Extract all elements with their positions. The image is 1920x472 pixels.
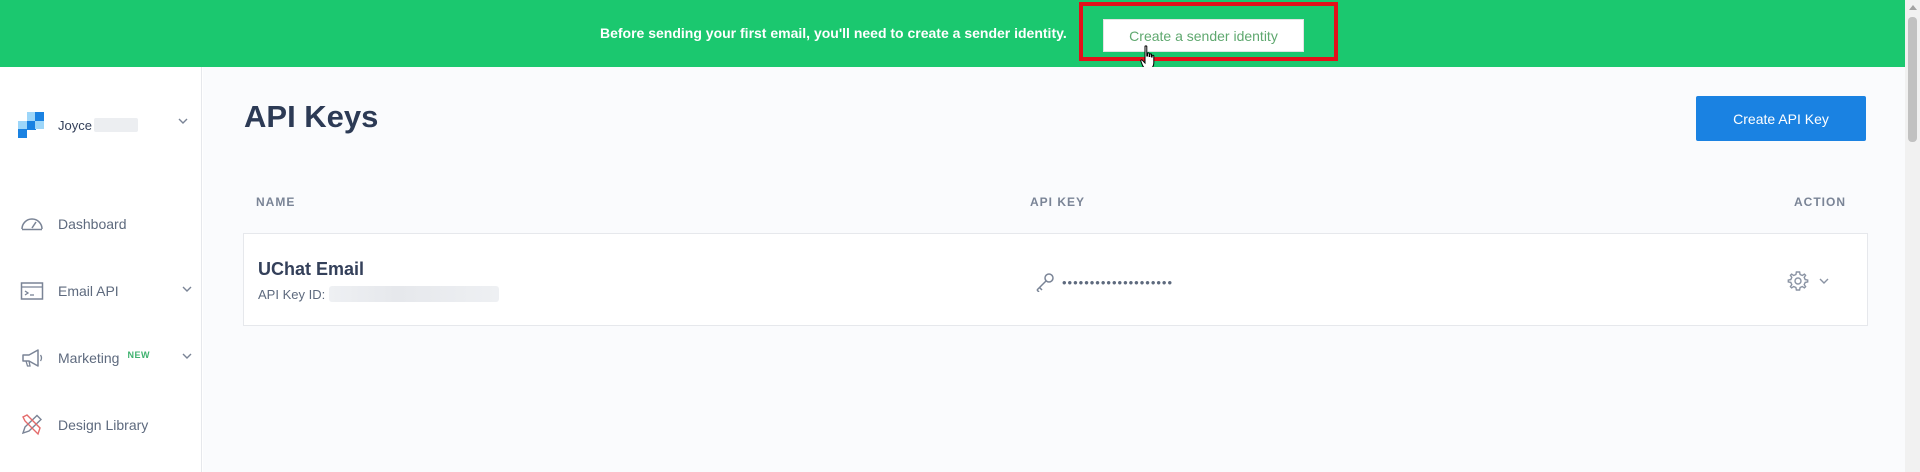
column-header-name: NAME [256, 195, 296, 209]
chevron-down-icon[interactable] [182, 285, 192, 293]
account-name: Joyce [58, 117, 92, 133]
table-row: UChat Email API Key ID: ••••••••••••••••… [243, 233, 1868, 326]
sidebar-item-design-library[interactable]: Design Library [20, 411, 192, 439]
page-title: API Keys [244, 99, 379, 134]
terminal-icon [20, 282, 44, 300]
sidebar-item-email-api[interactable]: Email API [20, 277, 192, 305]
sidebar: Joyce Dashboard Email API Marketing NEW … [0, 67, 202, 472]
chevron-down-icon[interactable] [1819, 277, 1829, 285]
chevron-down-icon[interactable] [178, 117, 188, 125]
column-header-action: ACTION [1794, 195, 1846, 209]
account-name-redacted [93, 118, 138, 132]
chevron-down-icon[interactable] [182, 352, 192, 360]
key-icon [1036, 273, 1054, 292]
sidebar-item-label: Dashboard [58, 216, 127, 232]
sidebar-item-marketing[interactable]: Marketing NEW [20, 344, 192, 372]
scroll-up-arrow-icon[interactable] [1909, 5, 1917, 10]
create-api-key-button[interactable]: Create API Key [1696, 96, 1866, 141]
gauge-icon [21, 218, 43, 231]
sendgrid-logo-icon [18, 112, 44, 138]
api-key-id-redacted [329, 286, 500, 302]
sidebar-item-label: Email API [58, 283, 119, 299]
design-tools-icon [21, 414, 43, 436]
account-switcher[interactable]: Joyce [18, 111, 188, 139]
scrollbar-thumb[interactable] [1908, 17, 1917, 142]
gear-icon[interactable] [1787, 270, 1809, 292]
scrollbar[interactable] [1905, 0, 1920, 472]
banner-message: Before sending your first email, you'll … [600, 25, 1067, 41]
column-header-api-key: API KEY [1030, 195, 1086, 209]
api-key-name: UChat Email [258, 259, 365, 279]
api-key-id-label: API Key ID: [258, 286, 326, 302]
sidebar-item-label: Design Library [58, 417, 149, 433]
row-action-menu[interactable] [1787, 270, 1829, 292]
create-sender-identity-button[interactable]: Create a sender identity [1103, 19, 1304, 52]
masked-api-key: •••••••••••••••••••• [1062, 274, 1174, 290]
main-content: API Keys Create API Key NAME API KEY ACT… [203, 67, 1905, 472]
api-key-value: •••••••••••••••••••• [1034, 272, 1173, 292]
megaphone-icon [22, 349, 43, 367]
api-key-id: API Key ID: [258, 286, 500, 302]
new-badge: NEW [127, 350, 150, 360]
sidebar-item-dashboard[interactable]: Dashboard [20, 210, 192, 238]
sidebar-item-label: Marketing [58, 350, 120, 366]
top-banner: Before sending your first email, you'll … [0, 0, 1905, 70]
